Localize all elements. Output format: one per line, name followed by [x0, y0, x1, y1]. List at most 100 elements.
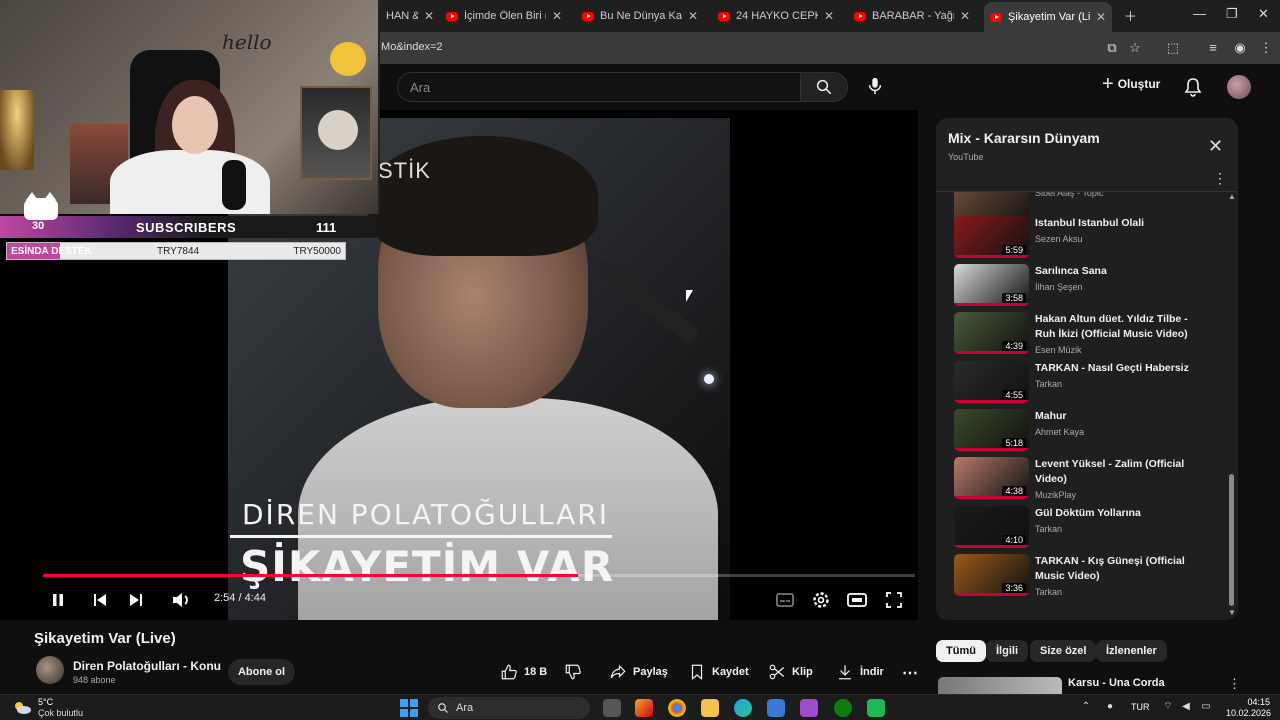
download-button[interactable]: İndir	[836, 663, 884, 681]
battery-icon[interactable]: ▭	[1200, 701, 1212, 713]
chevron-up-icon[interactable]: ⌃	[1080, 701, 1092, 713]
language-indicator[interactable]: TUR	[1131, 702, 1150, 712]
speaker-icon[interactable]: ◀	[1180, 701, 1192, 713]
close-icon[interactable]: ✕	[1208, 136, 1223, 157]
url-text[interactable]: :Mo&index=2	[378, 41, 443, 53]
close-tab-icon[interactable]: ✕	[688, 9, 698, 23]
previous-button[interactable]	[88, 588, 112, 612]
edge-icon[interactable]	[734, 699, 752, 717]
file-explorer-icon[interactable]	[701, 699, 719, 717]
channel-name[interactable]: Diren Polatoğulları - Konu	[73, 659, 221, 673]
create-button[interactable]: + Oluştur	[1102, 74, 1160, 94]
more-actions-button[interactable]: ⋯	[902, 663, 918, 683]
mix-list-item[interactable]: 4:39 Hakan Altun düet. Yıldız Tilbe - Ruh…	[954, 312, 1230, 356]
channel-avatar[interactable]	[36, 656, 64, 684]
scroll-up-arrow-icon[interactable]: ▲	[1228, 192, 1236, 201]
progress-bar[interactable]	[43, 574, 915, 577]
search-button[interactable]	[800, 72, 848, 102]
browser-tab[interactable]: 24 HAYKO CEPKİN - ✕	[712, 4, 840, 28]
mix-item-title[interactable]: Mahur	[1035, 409, 1200, 424]
taskbar-search-input[interactable]: Ara	[428, 697, 590, 719]
close-tab-icon[interactable]: ✕	[552, 9, 562, 23]
browser-tab[interactable]: İçimde Ölen Biri (Ah ✕	[440, 4, 568, 28]
store-icon[interactable]	[767, 699, 785, 717]
browser-tab[interactable]: BARABAR - Yağmur ✕	[848, 4, 976, 28]
mix-item-title[interactable]: TARKAN - Nasıl Geçti Habersiz	[1035, 361, 1200, 376]
mix-item-title[interactable]: Levent Yüksel - Zalim (Official Video)	[1035, 457, 1200, 487]
cast-icon[interactable]: ⧉	[1104, 40, 1120, 56]
mix-list-item[interactable]: 4:10 Gül Döktüm Yollarına Tarkan	[954, 506, 1230, 550]
bookmark-star-icon[interactable]: ☆	[1127, 40, 1143, 56]
volume-button[interactable]	[169, 588, 193, 612]
minimize-button[interactable]: —	[1193, 6, 1206, 21]
mix-item-title[interactable]: Sarılınca Sana	[1035, 264, 1200, 279]
browser-menu-icon[interactable]: ⋮	[1258, 40, 1274, 56]
extensions-icon[interactable]: ⬚	[1165, 40, 1181, 56]
settings-button[interactable]	[809, 588, 833, 612]
close-tab-icon[interactable]: ✕	[424, 9, 434, 23]
browser-tab[interactable]: Bu Ne Dünya Kardeş ✕	[576, 4, 704, 28]
task-view-icon[interactable]	[603, 699, 621, 717]
clip-button[interactable]: Klip	[768, 663, 813, 681]
mix-item-title[interactable]: Istanbul Istanbul Olali	[1035, 216, 1200, 231]
microphone-icon[interactable]: ●	[1104, 701, 1116, 713]
search-input[interactable]: Ara	[397, 72, 801, 102]
next-button[interactable]	[124, 588, 148, 612]
dislike-button[interactable]	[564, 663, 588, 681]
pause-button[interactable]	[46, 588, 70, 612]
copilot-icon[interactable]	[635, 699, 653, 717]
mix-item-title[interactable]: Gül Döktüm Yollarına	[1035, 506, 1200, 521]
mix-item-thumbnail[interactable]: 4:38	[954, 457, 1029, 499]
close-tab-icon[interactable]: ✕	[1096, 10, 1106, 24]
subscribe-button[interactable]: Abone ol	[228, 659, 295, 685]
windows-start-icon[interactable]	[400, 699, 418, 717]
save-button[interactable]: Kaydet	[688, 663, 749, 681]
mix-list-item[interactable]: 3:58 Sarılınca Sana İlhan Şeşen	[954, 264, 1230, 308]
app-icon[interactable]	[800, 699, 818, 717]
next-video-more-icon[interactable]: ⋮	[1228, 676, 1241, 692]
mix-item-thumbnail[interactable]: 5:59	[954, 216, 1029, 258]
mix-item-title[interactable]: Hakan Altun düet. Yıldız Tilbe - Ruh İki…	[1035, 312, 1200, 342]
notifications-button[interactable]	[1184, 77, 1204, 97]
next-video-title[interactable]: Karsu - Una Corda	[1068, 677, 1165, 689]
wifi-icon[interactable]: ⌔	[1162, 701, 1174, 713]
close-window-button[interactable]: ✕	[1258, 6, 1269, 22]
profile-icon[interactable]: ◉	[1232, 40, 1248, 56]
close-tab-icon[interactable]: ✕	[960, 9, 970, 23]
filter-chip[interactable]: Size özel	[1030, 640, 1097, 662]
mix-item-thumbnail[interactable]: 3:36	[954, 554, 1029, 596]
new-tab-button[interactable]: ＋	[1124, 6, 1137, 25]
mix-item-thumbnail[interactable]: 3:58	[954, 264, 1029, 306]
subtitles-button[interactable]	[773, 588, 797, 612]
filter-chip[interactable]: İzlenenler	[1096, 640, 1167, 662]
browser-tab[interactable]: HAN & ✕	[380, 4, 436, 28]
spotify-icon[interactable]	[867, 699, 885, 717]
mix-item-thumbnail[interactable]: 4:39	[954, 312, 1029, 354]
mix-title[interactable]: Mix - Kararsın Dünyam	[948, 130, 1100, 146]
xbox-icon[interactable]	[834, 699, 852, 717]
mix-item-thumbnail[interactable]: 4:55	[954, 361, 1029, 403]
mix-list-item[interactable]: 5:59 Istanbul Istanbul Olali Sezen Aksu	[954, 216, 1230, 260]
more-vertical-icon[interactable]: ⋮	[1213, 170, 1227, 187]
filter-chip[interactable]: İlgili	[986, 640, 1028, 662]
fullscreen-button[interactable]	[882, 588, 906, 612]
clock-date[interactable]: 10.02.2026	[1226, 708, 1271, 718]
like-button[interactable]: 18 B	[500, 663, 547, 681]
media-control-icon[interactable]: ≡	[1205, 40, 1221, 56]
mix-scrollbar[interactable]	[1229, 474, 1234, 606]
share-button[interactable]: Paylaş	[609, 663, 668, 681]
mix-item-thumbnail[interactable]: 4:10	[954, 506, 1029, 548]
mix-list-item[interactable]: 5:18 Mahur Ahmet Kaya	[954, 409, 1230, 453]
maximize-button[interactable]: ❐	[1226, 6, 1238, 22]
scroll-down-arrow-icon[interactable]: ▼	[1228, 608, 1236, 617]
filter-chip[interactable]: Tümü	[936, 640, 986, 662]
close-tab-icon[interactable]: ✕	[824, 9, 834, 23]
mix-item-title[interactable]: TARKAN - Kış Güneşi (Official Music Vide…	[1035, 554, 1200, 584]
mix-list-item[interactable]: 3:36 TARKAN - Kış Güneşi (Official Music …	[954, 554, 1230, 598]
voice-search-button[interactable]	[860, 72, 890, 102]
mix-list-item[interactable]: 4:38 Levent Yüksel - Zalim (Official Vide…	[954, 457, 1230, 501]
miniplayer-button[interactable]	[845, 588, 869, 612]
browser-tab[interactable]: Şikayetim Var (Li ✕	[984, 2, 1112, 32]
account-avatar[interactable]	[1227, 75, 1251, 99]
clock-time[interactable]: 04:15	[1234, 697, 1270, 707]
